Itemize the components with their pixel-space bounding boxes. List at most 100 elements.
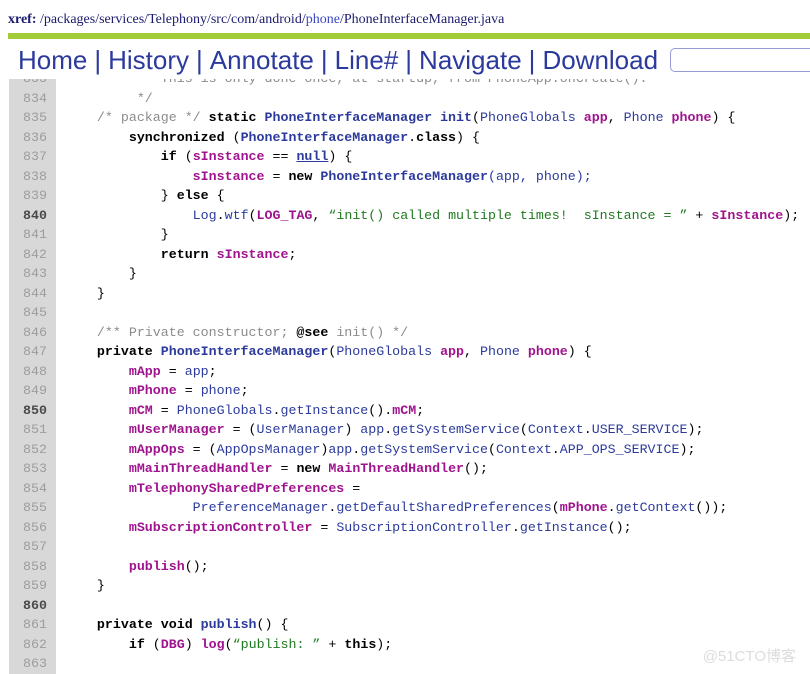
xref-path-link-phone[interactable]: phone [306, 12, 340, 27]
code-lines-container: 833 This is only done once, at startup, … [0, 79, 810, 674]
code-token: getInstance [280, 402, 369, 418]
line-number[interactable]: 833 [0, 79, 56, 89]
code-token: } [65, 227, 169, 242]
line-number[interactable]: 857 [0, 537, 56, 557]
nav-navigate[interactable]: Navigate [417, 45, 524, 76]
code-line: 859 } [0, 576, 810, 596]
line-content: sInstance = new PhoneInterfaceManager(ap… [56, 167, 592, 187]
code-token: Context [527, 422, 584, 437]
code-token: this [344, 636, 377, 652]
code-token: synchronized [128, 129, 225, 145]
search-input[interactable] [670, 48, 810, 72]
code-token: PhoneInterfaceManager [160, 344, 329, 359]
line-number[interactable]: 847 [0, 342, 56, 362]
code-line: 835 /* package */ static PhoneInterfaceM… [0, 108, 810, 128]
code-line: 833 This is only done once, at startup, … [0, 79, 810, 89]
nav-download[interactable]: Download [540, 45, 660, 76]
line-number[interactable]: 851 [0, 420, 56, 440]
code-token: else [176, 188, 209, 203]
line-number[interactable]: 836 [0, 128, 56, 148]
line-number[interactable]: 850 [0, 401, 56, 421]
line-number[interactable]: 846 [0, 323, 56, 343]
code-token: mPhone [559, 500, 608, 515]
line-number[interactable]: 848 [0, 362, 56, 382]
code-line: 847 private PhoneInterfaceManager(PhoneG… [0, 342, 810, 362]
code-token: PhoneInterfaceManager [240, 129, 409, 145]
nav-home[interactable]: Home [16, 45, 89, 76]
line-number[interactable]: 854 [0, 479, 56, 499]
code-token: ) [184, 636, 201, 652]
line-number[interactable]: 834 [0, 89, 56, 109]
nav-history[interactable]: History [106, 45, 191, 76]
nav-separator: | [320, 44, 328, 75]
code-token: publish [200, 617, 257, 632]
code-token: AppOpsManager [216, 441, 321, 457]
line-number[interactable]: 849 [0, 381, 56, 401]
line-number[interactable]: 855 [0, 498, 56, 518]
line-number[interactable]: 842 [0, 245, 56, 265]
code-token: ); [783, 207, 800, 223]
code-token: DBG [160, 636, 185, 652]
code-token: mCM [128, 402, 153, 418]
code-token: (). [368, 402, 393, 418]
code-token: mPhone [128, 383, 177, 398]
line-number[interactable]: 839 [0, 186, 56, 206]
line-number[interactable]: 835 [0, 108, 56, 128]
code-token: sInstance [192, 168, 265, 184]
code-token: publish [128, 558, 185, 574]
code-token: = [344, 480, 361, 496]
code-line: 858 publish(); [0, 557, 810, 577]
code-token: if [128, 636, 145, 652]
code-token: ); [679, 441, 696, 457]
line-number[interactable]: 860 [0, 596, 56, 616]
line-number[interactable]: 859 [0, 576, 56, 596]
line-number[interactable]: 858 [0, 557, 56, 577]
line-content: private void publish() { [56, 615, 289, 635]
line-number[interactable]: 843 [0, 264, 56, 284]
line-number[interactable]: 845 [0, 303, 56, 323]
line-number[interactable]: 853 [0, 459, 56, 479]
code-token: ); [376, 636, 393, 652]
code-token: == [264, 149, 297, 164]
line-number[interactable]: 863 [0, 654, 56, 674]
code-token: (app, phone); [487, 168, 592, 184]
code-line: 834 */ [0, 89, 810, 109]
code-token: static [208, 110, 257, 125]
line-content: if (sInstance == null) { [56, 147, 353, 167]
code-token: getInstance [519, 519, 608, 535]
line-number[interactable]: 862 [0, 635, 56, 655]
nav-annotate[interactable]: Annotate [208, 45, 316, 76]
code-line: 863 [0, 654, 810, 674]
line-number[interactable]: 838 [0, 167, 56, 187]
line-number[interactable]: 840 [0, 206, 56, 226]
code-token: = [176, 383, 201, 398]
nav-linenum[interactable]: Line# [333, 45, 401, 76]
code-token: new [288, 168, 313, 184]
source-code-viewport[interactable]: 833 This is only done once, at startup, … [0, 79, 810, 674]
code-token: ( [248, 207, 257, 223]
line-number[interactable]: 861 [0, 615, 56, 635]
line-number[interactable]: 844 [0, 284, 56, 304]
code-token: (); [607, 519, 632, 535]
line-number[interactable]: 837 [0, 147, 56, 167]
line-content [56, 303, 65, 323]
code-token: ( [472, 110, 480, 125]
line-content: } [56, 284, 105, 304]
code-token: app [328, 441, 353, 457]
code-token: new [296, 461, 321, 476]
code-token: void [160, 617, 193, 632]
line-number[interactable]: 852 [0, 440, 56, 460]
line-number[interactable]: 841 [0, 225, 56, 245]
line-number[interactable]: 856 [0, 518, 56, 538]
